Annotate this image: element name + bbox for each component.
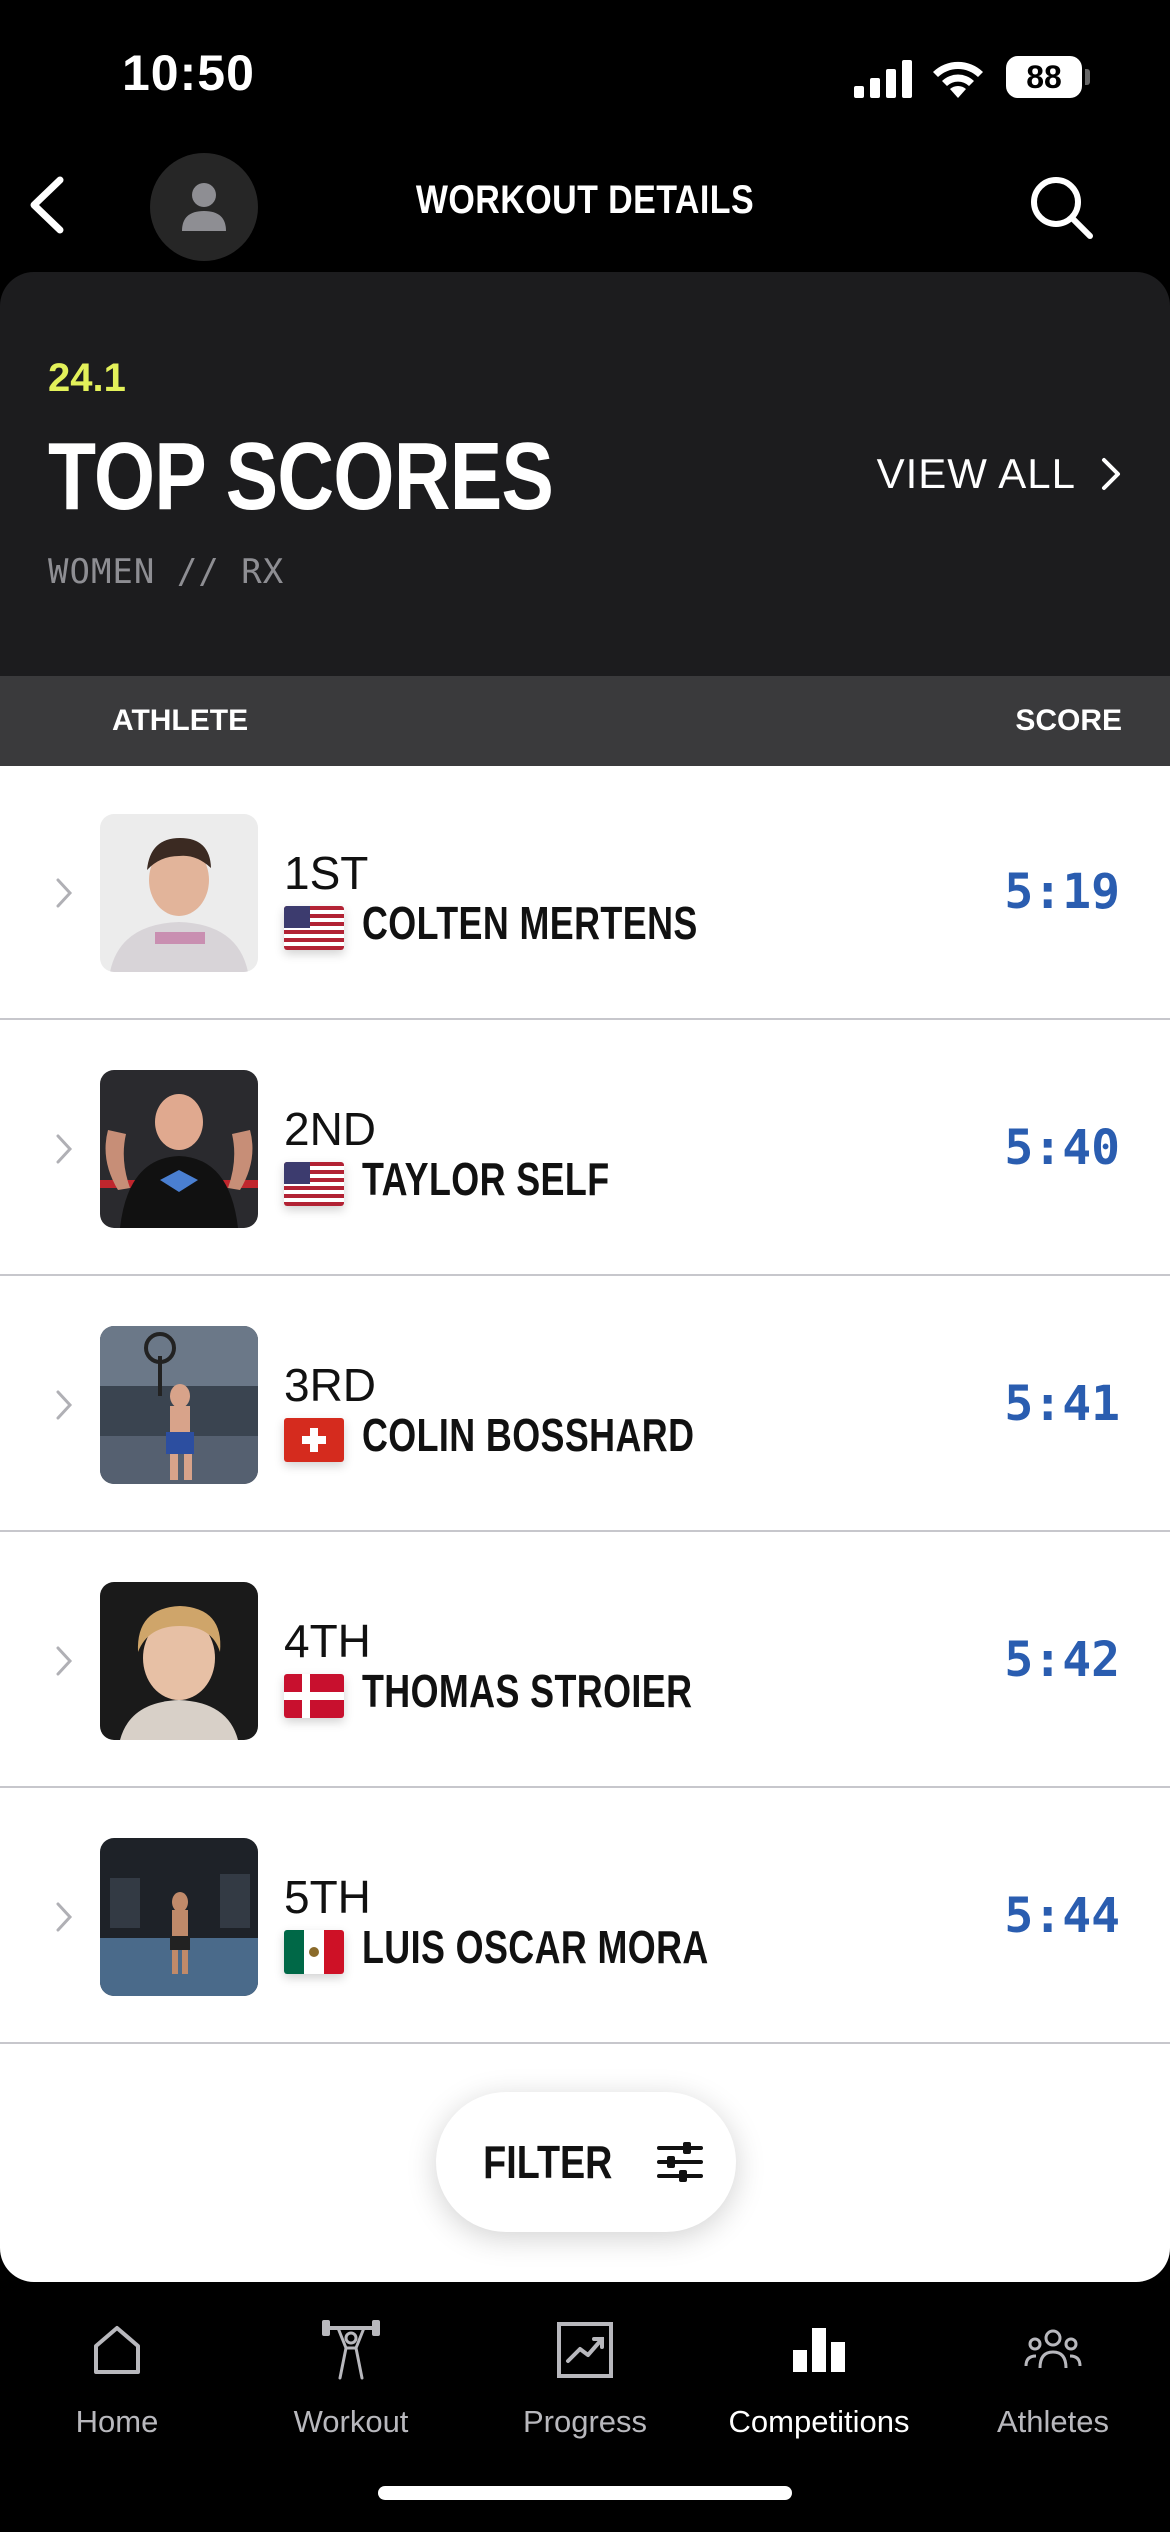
athlete-score: 5:40	[1004, 1120, 1120, 1176]
athlete-rank: 2ND	[284, 1103, 377, 1155]
athlete-score: 5:42	[1004, 1632, 1120, 1688]
view-all-label: VIEW ALL	[876, 450, 1076, 497]
athlete-photo	[100, 1582, 258, 1740]
athlete-row[interactable]: 1ST COLTEN MERTENS 5:19	[0, 766, 1170, 1020]
column-header: ATHLETE SCORE	[0, 676, 1170, 766]
cellular-signal-icon	[854, 60, 912, 98]
chevron-right-icon	[1102, 458, 1120, 490]
athlete-row[interactable]: 5TH LUIS OSCAR MORA 5:44	[0, 1790, 1170, 2044]
athlete-score: 5:44	[1004, 1888, 1120, 1944]
search-icon[interactable]	[1026, 172, 1096, 242]
athlete-list: 1ST COLTEN MERTENS 5:19 2ND TAYLOR SELF …	[0, 766, 1170, 2282]
denmark-flag-icon	[284, 1674, 344, 1718]
athlete-rank: 4TH	[284, 1615, 371, 1667]
view-all-button[interactable]: VIEW ALL	[877, 450, 1122, 498]
barbell-icon	[322, 2320, 380, 2380]
workout-id: 24.1	[48, 356, 126, 400]
tab-bar: Home Workout Progress Competitions Athle…	[0, 2290, 1170, 2460]
tab-progress[interactable]: Progress	[468, 2310, 702, 2450]
back-arrow-icon[interactable]	[20, 172, 80, 238]
athlete-rank: 1ST	[284, 847, 369, 899]
battery-level: 88	[1006, 56, 1082, 98]
battery-icon: 88	[1006, 56, 1090, 98]
athlete-photo	[100, 1326, 258, 1484]
filter-button[interactable]: FILTER	[436, 2092, 736, 2232]
status-time: 10:50	[122, 45, 255, 101]
chevron-right-icon	[56, 878, 73, 908]
column-athlete: ATHLETE	[112, 704, 249, 737]
top-scores-header: 24.1 TOP SCORES WOMEN // RX VIEW ALL	[0, 272, 1170, 676]
athlete-score: 5:19	[1004, 864, 1120, 920]
division-label: WOMEN // RX	[48, 552, 285, 592]
athlete-row[interactable]: 3RD COLIN BOSSHARD 5:41	[0, 1278, 1170, 1532]
athlete-name: TAYLOR SELF	[362, 1153, 610, 1205]
people-icon	[1024, 2329, 1082, 2369]
athlete-photo	[100, 1838, 258, 1996]
athlete-photo	[100, 814, 258, 972]
athlete-row[interactable]: 4TH THOMAS STROIER 5:42	[0, 1534, 1170, 1788]
chevron-right-icon	[56, 1646, 73, 1676]
status-bar: 10:50 88	[0, 0, 1170, 150]
home-icon	[94, 2326, 140, 2374]
tab-label: Competitions	[728, 2404, 910, 2439]
chart-icon	[557, 2322, 613, 2378]
athlete-rank: 3RD	[284, 1359, 377, 1411]
chevron-right-icon	[56, 1390, 73, 1420]
athlete-rank: 5TH	[284, 1871, 371, 1923]
nav-bar: WORKOUT DETAILS	[0, 150, 1170, 270]
tab-athletes[interactable]: Athletes	[936, 2310, 1170, 2450]
tab-label: Athletes	[996, 2404, 1109, 2439]
home-indicator	[378, 2486, 792, 2500]
chevron-right-icon	[56, 1134, 73, 1164]
chevron-right-icon	[56, 1902, 73, 1932]
athlete-photo	[100, 1070, 258, 1228]
athlete-name: COLTEN MERTENS	[362, 897, 698, 949]
section-title: TOP SCORES	[48, 423, 554, 530]
sliders-icon	[656, 2142, 703, 2182]
us-flag-icon	[284, 906, 344, 950]
filter-label: FILTER	[483, 2136, 613, 2188]
athlete-name: THOMAS STROIER	[362, 1665, 693, 1717]
swiss-flag-icon	[284, 1418, 344, 1462]
tab-label: Workout	[293, 2404, 409, 2439]
column-score: SCORE	[1015, 704, 1122, 737]
wifi-icon	[933, 61, 983, 98]
tab-label: Home	[75, 2404, 159, 2439]
tab-workout[interactable]: Workout	[234, 2310, 468, 2450]
tab-label: Progress	[522, 2404, 648, 2439]
athlete-row[interactable]: 2ND TAYLOR SELF 5:40	[0, 1022, 1170, 1276]
tab-competitions[interactable]: Competitions	[702, 2310, 936, 2450]
us-flag-icon	[284, 1162, 344, 1206]
athlete-name: COLIN BOSSHARD	[362, 1409, 695, 1461]
mexico-flag-icon	[284, 1930, 344, 1974]
page-title: WORKOUT DETAILS	[415, 178, 755, 222]
athlete-name: LUIS OSCAR MORA	[362, 1921, 709, 1973]
tab-home[interactable]: Home	[0, 2310, 234, 2450]
podium-icon	[793, 2328, 845, 2372]
athlete-score: 5:41	[1004, 1376, 1120, 1432]
